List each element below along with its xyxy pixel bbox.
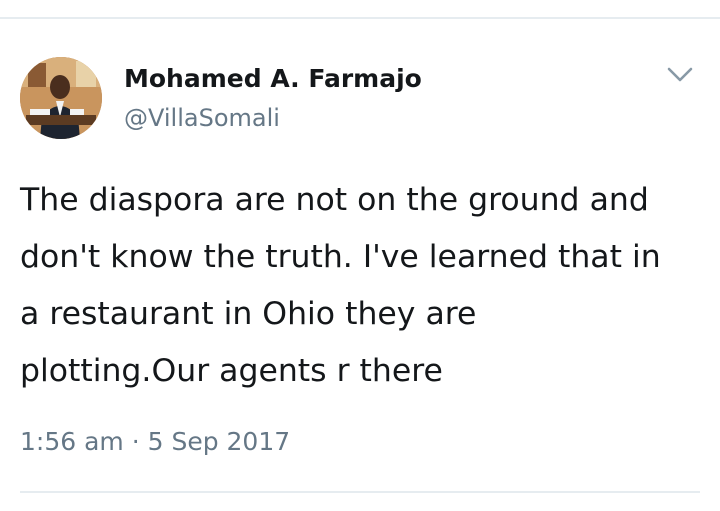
avatar[interactable] — [20, 57, 102, 139]
tweet-menu-button[interactable] — [662, 60, 698, 90]
tweet-text-line: The diaspora are not on the ground and — [20, 182, 649, 218]
tweet-text-line: don't know the truth. I've learned that … — [20, 239, 661, 275]
top-divider — [0, 17, 720, 19]
bottom-divider — [20, 491, 700, 493]
author-display-name[interactable]: Mohamed A. Farmajo — [124, 62, 422, 96]
tweet-text: The diaspora are not on the ground and d… — [20, 172, 700, 400]
tweet-text-line: a restaurant in Ohio they are — [20, 296, 477, 332]
chevron-down-icon — [667, 67, 693, 82]
tweet-text-line: plotting.Our agents r there — [20, 353, 443, 389]
tweet-timestamp[interactable]: 1:56 am · 5 Sep 2017 — [20, 424, 290, 460]
author-handle[interactable]: @VillaSomali — [124, 102, 280, 134]
profile-photo-icon — [20, 57, 102, 139]
